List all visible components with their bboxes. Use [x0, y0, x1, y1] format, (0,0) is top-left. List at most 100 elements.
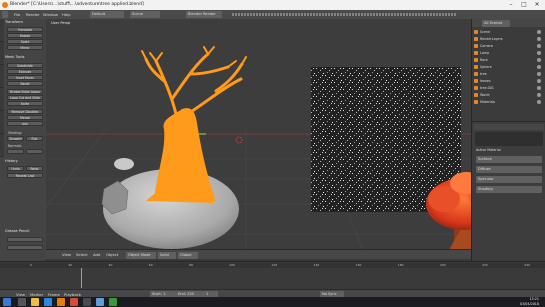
app-taskbar-icon-2[interactable]	[83, 298, 91, 306]
undo-button[interactable]: Undo	[7, 166, 24, 171]
flat-toggle[interactable]: Flat	[26, 136, 43, 141]
file-explorer-icon[interactable]	[31, 298, 39, 306]
system-clock[interactable]: 15:21 03/04/2018	[520, 297, 539, 306]
scale-button[interactable]: Scale	[7, 39, 43, 44]
blender-taskbar-icon[interactable]	[57, 298, 65, 306]
menu-render[interactable]: Render	[26, 12, 40, 17]
smooth-toggle[interactable]: Smooth	[7, 136, 24, 141]
properties-row[interactable]: Surface	[476, 156, 542, 163]
3d-viewport[interactable]: User Persp View Select Add Object Object…	[46, 19, 471, 259]
outliner-row[interactable]: Rock	[474, 57, 544, 63]
editor-type-icon[interactable]	[2, 11, 8, 18]
edge-icon[interactable]	[44, 298, 52, 306]
render-engine-selector[interactable]: Blender Render	[186, 11, 222, 18]
app-taskbar-icon-4[interactable]	[109, 298, 117, 306]
properties-row[interactable]: Diffuse	[476, 166, 542, 173]
extrude-button[interactable]: Extrude	[7, 69, 43, 74]
mode-selector[interactable]: Object Mode	[126, 251, 156, 259]
grease-pencil-draw-button[interactable]	[7, 237, 43, 242]
grease-pencil-header[interactable]: Grease Pencil	[5, 229, 45, 234]
inset-faces-button[interactable]: Inset Faces	[7, 75, 43, 80]
panel-transform-header[interactable]: Transform	[5, 20, 45, 25]
outliner-row[interactable]: Materials	[474, 99, 544, 105]
active-material-header[interactable]: Active Material	[476, 148, 501, 152]
3d-cursor-icon	[235, 136, 243, 144]
properties-editor: Active Material Surface Diffuse Specular…	[471, 121, 545, 262]
tab-physics[interactable]	[0, 111, 4, 134]
properties-row[interactable]: Shading	[476, 186, 542, 193]
properties-tabs	[474, 124, 544, 130]
timeline[interactable]: 0 20 40 60 80 100 120 140 160 180 200 220 240 Vi…	[0, 261, 545, 299]
window-title-bar: Blender* [C:\Users\...\stuff\...\adventu…	[0, 0, 545, 10]
rock-boulder-top	[114, 158, 134, 170]
join-button[interactable]: Join	[7, 121, 43, 126]
layout-selector[interactable]: Default	[90, 11, 124, 18]
tab-animation[interactable]	[0, 88, 4, 111]
knife-button[interactable]: Knife	[7, 101, 43, 106]
scene-selector[interactable]: Scene	[130, 11, 160, 18]
shading-selector[interactable]: Solid	[158, 251, 176, 259]
menu-help[interactable]: Help	[62, 12, 71, 17]
close-button[interactable]: ✕	[531, 1, 543, 9]
normals-flip-button[interactable]	[26, 149, 43, 154]
normals-label: Normals:	[8, 144, 23, 148]
app-taskbar-icon[interactable]	[70, 298, 78, 306]
tab-create[interactable]	[0, 42, 4, 65]
maximize-button[interactable]: □	[518, 1, 530, 9]
menu-window[interactable]: Window	[43, 12, 58, 17]
subdivide-button[interactable]: Subdivide	[7, 63, 43, 68]
start-icon[interactable]	[3, 298, 11, 306]
bevel-button[interactable]: Bevel	[7, 81, 43, 86]
app-taskbar-icon-3[interactable]	[96, 298, 104, 306]
timeline-tick-labels: 0 20 40 60 80 100 120 140 160 180 200 220 240	[30, 263, 530, 267]
windows-taskbar: 15:21 03/04/2018	[0, 297, 545, 307]
outliner-row[interactable]: leaves	[474, 78, 544, 84]
tab-grease-pencil[interactable]	[0, 134, 4, 157]
viewport-menu-view[interactable]: View	[62, 252, 71, 257]
viewport-header: View Select Add Object Object Mode Solid…	[46, 249, 471, 259]
rotate-button[interactable]: Rotate	[7, 33, 43, 38]
grease-pencil-line-button[interactable]	[7, 245, 43, 250]
loop-cut-button[interactable]: Loop Cut and Slide	[7, 95, 43, 100]
panel-history-header[interactable]: History	[5, 159, 45, 164]
tab-tools[interactable]	[0, 19, 4, 42]
viewport-menu-object[interactable]: Object	[106, 252, 118, 257]
tool-shelf: Transform Translate Rotate Scale Mirror …	[0, 19, 47, 261]
minimize-button[interactable]: –	[505, 1, 517, 9]
bridge-edge-loops-button[interactable]: Bridge Edge Loops	[7, 89, 43, 94]
normals-recalc-button[interactable]	[7, 149, 24, 154]
outliner-row[interactable]: World	[474, 92, 544, 98]
viewport-menu-add[interactable]: Add	[93, 252, 100, 257]
repeat-last-button[interactable]: Repeat Last	[7, 173, 43, 178]
outliner-row[interactable]: Scene	[474, 29, 544, 35]
outliner-row[interactable]: tree.001	[474, 85, 544, 91]
properties-row[interactable]: Specular	[476, 176, 542, 183]
outliner-row[interactable]: Camera	[474, 43, 544, 49]
material-slot-list[interactable]	[475, 132, 543, 146]
outliner-row[interactable]: Lamp	[474, 50, 544, 56]
outliner-row[interactable]: RenderLayers	[474, 36, 544, 42]
panel-mesh-tools-header[interactable]: Mesh Tools	[5, 55, 45, 60]
outliner: All Scenes Scene RenderLayers Camera Lam…	[471, 19, 545, 121]
mirror-button[interactable]: Mirror	[7, 45, 43, 50]
pivot-selector[interactable]: Global	[178, 251, 198, 259]
menu-file[interactable]: File	[14, 12, 20, 17]
tree-mesh	[141, 46, 247, 203]
viewport-menu-select[interactable]: Select	[76, 252, 88, 257]
outliner-row[interactable]: Sphere	[474, 64, 544, 70]
redo-button[interactable]: Redo	[26, 166, 43, 171]
viewport-label: User Persp	[51, 21, 71, 25]
merge-button[interactable]: Merge	[7, 115, 43, 120]
playhead[interactable]	[81, 268, 82, 288]
remove-doubles-button[interactable]: Remove Doubles	[7, 109, 43, 114]
blender-logo-icon	[2, 2, 8, 8]
search-icon[interactable]	[18, 298, 26, 306]
outliner-row[interactable]: tree	[474, 71, 544, 77]
stats-text	[232, 13, 457, 16]
window-title: Blender* [C:\Users\...\stuff\...\adventu…	[10, 2, 144, 7]
translate-button[interactable]: Translate	[7, 27, 43, 32]
shading-label: Shading:	[8, 131, 23, 135]
outliner-view-selector[interactable]: All Scenes	[482, 20, 510, 27]
tab-relations[interactable]	[0, 65, 4, 88]
outliner-header: All Scenes	[472, 19, 545, 27]
